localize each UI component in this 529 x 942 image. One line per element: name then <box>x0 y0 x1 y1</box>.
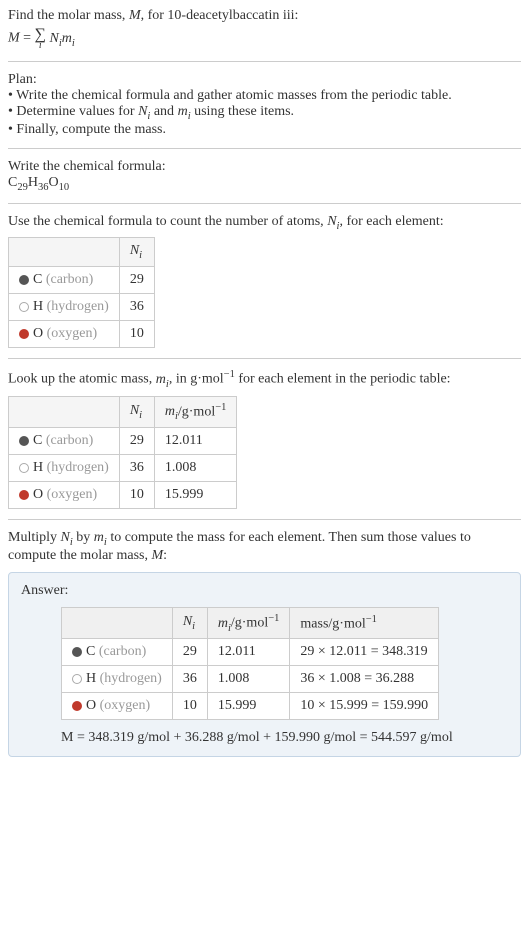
mi-value: 12.011 <box>207 639 290 666</box>
formula-ni: Ni <box>49 31 61 46</box>
atom-dot-icon <box>72 701 82 711</box>
ni-value: 10 <box>119 321 154 348</box>
element-cell: C (carbon) <box>9 428 120 455</box>
ni-var: Ni <box>61 530 73 545</box>
answer-table: Ni mi/g·mol−1 mass/g·mol−1 C (carbon) 29… <box>61 607 439 720</box>
divider <box>8 519 521 520</box>
mi-value: 15.999 <box>154 482 237 509</box>
mi-var: mi <box>178 104 191 119</box>
element-cell: O (oxygen) <box>62 693 173 720</box>
var-m: M <box>151 548 163 563</box>
mi-header: mi/g·mol−1 <box>207 607 290 638</box>
ni-value: 29 <box>119 428 154 455</box>
mi-value: 15.999 <box>207 693 290 720</box>
mi-header: mi/g·mol−1 <box>154 396 237 427</box>
atom-dot-icon <box>19 490 29 500</box>
table-row: H (hydrogen) 36 <box>9 294 155 321</box>
plan-section: Plan: • Write the chemical formula and g… <box>8 72 521 138</box>
table-row: C (carbon) 29 <box>9 267 155 294</box>
mass-calc: 10 × 15.999 = 159.990 <box>290 693 439 720</box>
divider <box>8 203 521 204</box>
mi-value: 1.008 <box>207 666 290 693</box>
multiply-section: Multiply Ni by mi to compute the mass fo… <box>8 530 521 564</box>
molar-mass-formula: M = ∑ i Nimi <box>8 26 521 51</box>
ni-header: Ni <box>172 607 207 638</box>
intro-section: Find the molar mass, M, for 10-deacetylb… <box>8 8 521 51</box>
mass-calc: 36 × 1.008 = 36.288 <box>290 666 439 693</box>
plan-bullet-1: • Write the chemical formula and gather … <box>8 88 521 104</box>
table-header-row: Ni <box>9 238 155 267</box>
element-cell: O (oxygen) <box>9 482 120 509</box>
formula-mi: mi <box>62 31 75 46</box>
table-row: O (oxygen) 10 15.999 10 × 15.999 = 159.9… <box>62 693 439 720</box>
formula-m: M <box>8 31 20 46</box>
chem-formula-title: Write the chemical formula: <box>8 159 521 175</box>
mi-var: mi <box>94 530 107 545</box>
mass-section: Look up the atomic mass, mi, in g·mol−1 … <box>8 369 521 509</box>
ni-value: 36 <box>119 455 154 482</box>
ni-value: 10 <box>172 693 207 720</box>
element-cell: H (hydrogen) <box>9 455 120 482</box>
divider <box>8 61 521 62</box>
atom-dot-icon <box>19 463 29 473</box>
count-section: Use the chemical formula to count the nu… <box>8 214 521 349</box>
element-cell: C (carbon) <box>9 267 120 294</box>
intro-line1: Find the molar mass, M, for 10-deacetylb… <box>8 8 521 24</box>
ni-var: Ni <box>138 104 150 119</box>
table-header-row: Ni mi/g·mol−1 <box>9 396 237 427</box>
table-row: O (oxygen) 10 15.999 <box>9 482 237 509</box>
atom-dot-icon <box>72 674 82 684</box>
ni-value: 36 <box>119 294 154 321</box>
intro-text-b: , for 10-deacetylbaccatin iii: <box>141 8 299 23</box>
divider <box>8 358 521 359</box>
count-table: Ni C (carbon) 29 H (hydrogen) 36 O (oxyg… <box>8 237 155 348</box>
table-row: H (hydrogen) 36 1.008 36 × 1.008 = 36.28… <box>62 666 439 693</box>
intro-text-a: Find the molar mass, <box>8 8 129 23</box>
mi-value: 1.008 <box>154 455 237 482</box>
plan-title: Plan: <box>8 72 521 88</box>
table-row: C (carbon) 29 12.011 29 × 12.011 = 348.3… <box>62 639 439 666</box>
element-cell: H (hydrogen) <box>9 294 120 321</box>
var-m: M <box>129 8 141 23</box>
ni-value: 36 <box>172 666 207 693</box>
multiply-text: Multiply Ni by mi to compute the mass fo… <box>8 530 521 564</box>
ni-var: Ni <box>327 214 339 229</box>
ni-header: Ni <box>119 396 154 427</box>
final-equation: M = 348.319 g/mol + 36.288 g/mol + 159.9… <box>61 730 508 746</box>
atom-dot-icon <box>19 302 29 312</box>
answer-label: Answer: <box>21 583 508 599</box>
mass-text: Look up the atomic mass, mi, in g·mol−1 … <box>8 369 521 389</box>
plan-bullet-3: • Finally, compute the mass. <box>8 122 521 138</box>
ni-value: 29 <box>172 639 207 666</box>
atom-dot-icon <box>72 647 82 657</box>
count-text: Use the chemical formula to count the nu… <box>8 214 521 232</box>
atom-dot-icon <box>19 436 29 446</box>
mass-header: mass/g·mol−1 <box>290 607 439 638</box>
element-cell: O (oxygen) <box>9 321 120 348</box>
mi-value: 12.011 <box>154 428 237 455</box>
chem-formula-section: Write the chemical formula: C29H36O10 <box>8 159 521 193</box>
table-header-row: Ni mi/g·mol−1 mass/g·mol−1 <box>62 607 439 638</box>
mi-var: mi <box>156 372 169 387</box>
divider <box>8 148 521 149</box>
ni-header: Ni <box>119 238 154 267</box>
mass-table: Ni mi/g·mol−1 C (carbon) 29 12.011 H (hy… <box>8 396 237 509</box>
mass-calc: 29 × 12.011 = 348.319 <box>290 639 439 666</box>
empty-header <box>62 607 173 638</box>
sigma-icon: ∑ i <box>35 26 46 51</box>
element-cell: H (hydrogen) <box>62 666 173 693</box>
plan-bullet-2: • Determine values for Ni and mi using t… <box>8 104 521 122</box>
ni-value: 29 <box>119 267 154 294</box>
chem-formula-value: C29H36O10 <box>8 175 521 193</box>
table-row: O (oxygen) 10 <box>9 321 155 348</box>
empty-header <box>9 396 120 427</box>
empty-header <box>9 238 120 267</box>
table-row: H (hydrogen) 36 1.008 <box>9 455 237 482</box>
answer-box: Answer: Ni mi/g·mol−1 mass/g·mol−1 C (ca… <box>8 572 521 757</box>
ni-value: 10 <box>119 482 154 509</box>
element-cell: C (carbon) <box>62 639 173 666</box>
atom-dot-icon <box>19 329 29 339</box>
table-row: C (carbon) 29 12.011 <box>9 428 237 455</box>
atom-dot-icon <box>19 275 29 285</box>
